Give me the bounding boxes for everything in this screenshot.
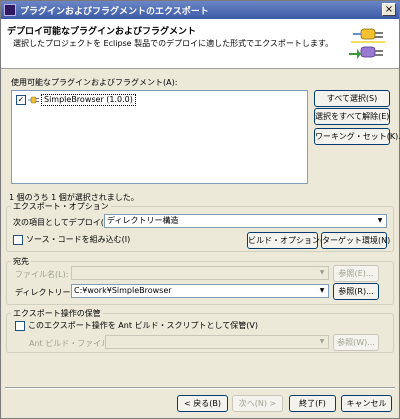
select-all-button[interactable]: すべて選択(S) xyxy=(314,90,390,107)
plugin-checkbox[interactable]: ✓ xyxy=(16,94,26,105)
list-item[interactable]: ✓ SimpleBrowser (1.0.0) xyxy=(16,93,136,106)
export-dialog: プラグインおよびフラグメントのエクスポート × デプロイ可能なプラグインおよびフ… xyxy=(0,0,400,419)
browse-directory-button[interactable]: 参照(R)... xyxy=(333,283,379,300)
close-button[interactable]: × xyxy=(382,3,396,16)
chevron-down-icon: ▼ xyxy=(319,269,325,276)
directory-value[interactable]: C:¥work¥SimpleBrowser xyxy=(74,286,172,295)
back-button[interactable]: < 戻る(B) xyxy=(177,395,228,412)
chevron-down-icon: ▼ xyxy=(319,338,325,345)
deselect-all-button[interactable]: 選択をすべて解除(E) xyxy=(314,108,390,125)
include-source-label[interactable]: ソース・コードを組み込む(I) xyxy=(26,234,130,245)
browse-file-button: 参照(E)... xyxy=(333,265,379,282)
include-source-row[interactable]: ソース・コードを組み込む(I) xyxy=(13,234,130,245)
footer-separator xyxy=(5,387,395,389)
banner-description: 選択したプロジェクトを Eclipse 製品でのデプロイに適した形式でエクスポー… xyxy=(13,39,334,48)
cancel-button[interactable]: キャンセル xyxy=(341,395,392,412)
file-name-label: ファイル名(L): xyxy=(15,270,69,279)
browse-ant-file-button: 参照(W)... xyxy=(333,334,379,351)
ant-file-combo: ▼ xyxy=(105,335,329,349)
include-source-checkbox[interactable] xyxy=(13,234,23,245)
save-as-ant-checkbox[interactable] xyxy=(15,320,25,331)
directory-combo[interactable]: C:¥work¥SimpleBrowser ▼ xyxy=(71,284,329,298)
next-button: 次へ(N) > xyxy=(232,395,283,412)
working-set-button[interactable]: ワーキング・セット(K)... xyxy=(314,128,400,145)
save-as-ant-row[interactable]: このエクスポート操作を Ant ビルド・スクリプトとして保管(V) xyxy=(15,320,258,331)
banner-title: デプロイ可能なプラグインおよびフラグメント xyxy=(7,27,197,37)
save-as-ant-label[interactable]: このエクスポート操作を Ant ビルド・スクリプトとして保管(V) xyxy=(28,320,258,331)
deploy-as-label: 次の項目としてデプロイ(D): xyxy=(13,218,116,227)
plugin-item-label[interactable]: SimpleBrowser (1.0.0) xyxy=(41,93,136,106)
destination-group-label: 宛先 xyxy=(11,256,31,267)
save-export-group-label: エクスポート操作の保管 xyxy=(11,308,103,319)
plugin-export-icon xyxy=(349,28,385,59)
eclipse-app-icon xyxy=(4,4,16,16)
chevron-down-icon[interactable]: ▼ xyxy=(374,215,386,227)
finish-button[interactable]: 終了(F) xyxy=(289,395,336,412)
build-options-button[interactable]: ビルド・オプション(U) xyxy=(247,232,332,249)
export-options-group-label: エクスポート・オプション xyxy=(11,201,111,212)
target-environment-button[interactable]: ターゲット環境(N) xyxy=(321,232,390,249)
available-plugins-label: 使用可能なプラグインおよびフラグメント(A): xyxy=(11,78,178,87)
wizard-banner: デプロイ可能なプラグインおよびフラグメント 選択したプロジェクトを Eclips… xyxy=(1,19,399,69)
deploy-as-value: ディレクトリー構造 xyxy=(107,216,179,225)
deploy-as-select[interactable]: ディレクトリー構造 ▼ xyxy=(104,214,387,228)
title-bar[interactable]: プラグインおよびフラグメントのエクスポート × xyxy=(1,1,399,19)
file-name-combo: ▼ xyxy=(71,266,329,280)
plugin-list[interactable]: ✓ SimpleBrowser (1.0.0) xyxy=(11,90,308,184)
window-title: プラグインおよびフラグメントのエクスポート xyxy=(20,7,209,17)
chevron-down-icon[interactable]: ▼ xyxy=(316,285,328,297)
plug-icon xyxy=(28,96,39,103)
